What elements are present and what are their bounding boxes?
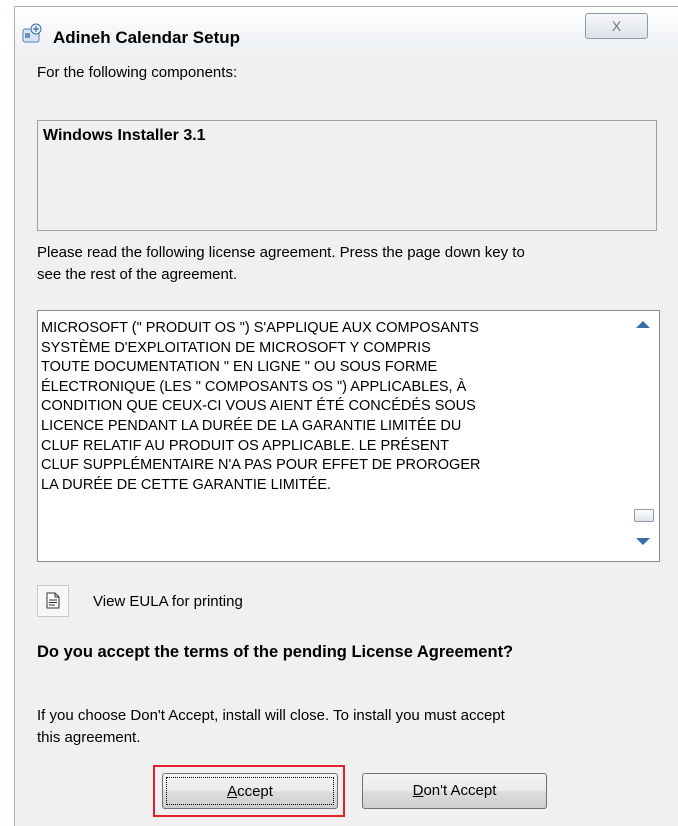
view-eula-link[interactable]: View EULA for printing bbox=[93, 591, 243, 613]
document-icon bbox=[46, 592, 60, 609]
notice-line-2: this agreement. bbox=[37, 729, 141, 746]
scrollbar-thumb[interactable] bbox=[634, 509, 654, 522]
scroll-up-arrow-icon[interactable] bbox=[636, 321, 650, 328]
license-textbox[interactable]: MICROSOFT (" PRODUIT OS ") S'APPLIQUE AU… bbox=[37, 310, 660, 562]
instructions-line-1: Please read the following license agreem… bbox=[37, 244, 525, 261]
accept-button[interactable]: Accept bbox=[162, 773, 338, 809]
accept-question: Do you accept the terms of the pending L… bbox=[37, 643, 514, 661]
notice-line-1: If you choose Don't Accept, install will… bbox=[37, 707, 505, 724]
setup-dialog: Adineh Calendar Setup X For the followin… bbox=[14, 6, 678, 826]
scroll-down-arrow-icon[interactable] bbox=[636, 538, 650, 545]
close-icon: X bbox=[611, 18, 622, 34]
decline-label: on't Accept bbox=[423, 782, 497, 799]
license-text: MICROSOFT (" PRODUIT OS ") S'APPLIQUE AU… bbox=[41, 320, 481, 493]
components-list: Windows Installer 3.1 bbox=[37, 120, 657, 231]
dont-accept-button[interactable]: Don't Accept bbox=[362, 773, 547, 809]
decline-mnemonic: D bbox=[412, 782, 424, 799]
window-title: Adineh Calendar Setup bbox=[53, 28, 241, 47]
close-button[interactable]: X bbox=[585, 13, 648, 39]
components-intro: For the following components: bbox=[37, 64, 238, 81]
component-item: Windows Installer 3.1 bbox=[43, 127, 206, 144]
view-eula-button[interactable] bbox=[37, 585, 69, 617]
accept-mnemonic: A bbox=[227, 783, 238, 800]
title-bar: Adineh Calendar Setup X bbox=[15, 7, 678, 49]
instructions-line-2: see the rest of the agreement. bbox=[37, 266, 238, 283]
accept-label: ccept bbox=[237, 783, 273, 800]
setup-app-icon bbox=[22, 23, 42, 43]
